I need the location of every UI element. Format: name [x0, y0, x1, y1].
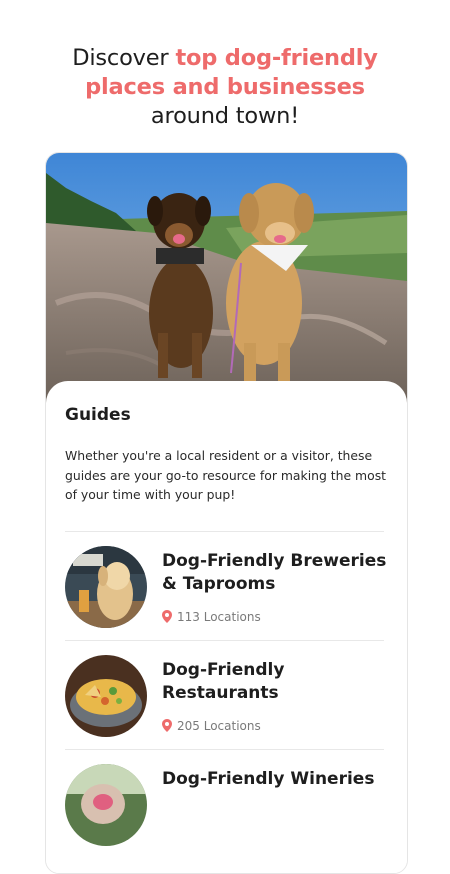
divider: [65, 640, 384, 641]
headline: Discover top dog-friendly places and bus…: [0, 44, 450, 131]
location-count: 205 Locations: [177, 719, 261, 733]
location-count: 113 Locations: [177, 610, 261, 624]
divider: [65, 531, 384, 532]
breweries-thumbnail: [65, 546, 147, 628]
hero-photo-two-dogs: [46, 153, 407, 403]
wineries-thumbnail: [65, 764, 147, 846]
guides-title: Guides: [65, 405, 131, 425]
guides-description: Whether you're a local resident or a vis…: [65, 448, 387, 502]
guide-item-title: Dog-Friendly Restaurants: [162, 660, 285, 703]
headline-prefix: Discover: [72, 45, 176, 71]
location-pin-icon: [162, 610, 172, 626]
headline-accent-2: places and businesses: [85, 74, 365, 100]
guide-item-breweries[interactable]: Dog-Friendly Breweries & Taprooms 113 Lo…: [65, 546, 387, 638]
divider: [65, 749, 384, 750]
restaurants-thumbnail: [65, 655, 147, 737]
guides-card: Guides Whether you're a local resident o…: [45, 152, 408, 874]
location-pin-icon: [162, 719, 172, 735]
headline-accent-1: top dog-friendly: [175, 45, 378, 71]
guide-item-title: Dog-Friendly Breweries & Taprooms: [162, 551, 387, 594]
guide-item-meta: 113 Locations: [162, 610, 261, 626]
guide-item-meta: 205 Locations: [162, 719, 261, 735]
guide-item-restaurants[interactable]: Dog-Friendly Restaurants 205 Locations: [65, 655, 384, 747]
guides-sheet: Guides Whether you're a local resident o…: [46, 381, 407, 873]
guide-item-title: Dog-Friendly Wineries: [162, 769, 375, 789]
guide-item-wineries[interactable]: Dog-Friendly Wineries: [65, 764, 384, 856]
headline-suffix: around town!: [150, 103, 300, 129]
